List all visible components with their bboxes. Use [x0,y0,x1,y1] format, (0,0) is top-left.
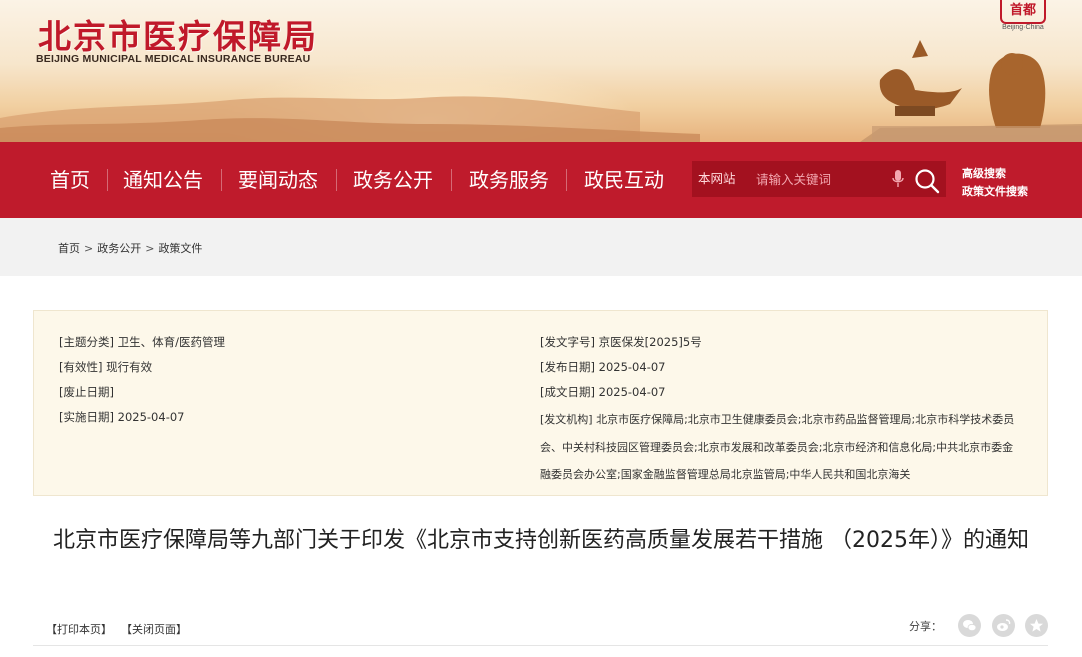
nav-divider [336,169,337,191]
nav-divider [451,169,452,191]
advanced-search-link[interactable]: 高级搜索 [962,165,1006,181]
site-banner: 北京市医疗保障局 BEIJING MUNICIPAL MEDICAL INSUR… [0,0,1082,142]
share-qzone-button[interactable] [1025,614,1048,637]
publish-date-row: [发布日期] 2025-04-07 [540,359,665,375]
capital-seal-caption: Beijing·China [1002,24,1044,31]
issuing-org-row: [发文机构] 北京市医疗保障局;北京市卫生健康委员会;北京市药品监督管理局;北京… [540,406,1020,489]
doc-number-label: [发文字号] [540,335,595,349]
wechat-icon [963,620,977,632]
repeal-date-label: [废止日期] [59,385,114,399]
effective-date-label: [实施日期] [59,410,114,424]
qzone-icon [1030,619,1043,632]
subject-label: [主题分类] [59,335,114,349]
publish-date-label: [发布日期] [540,360,595,374]
subject-value: 卫生、体育/医药管理 [117,335,226,349]
validity-row: [有效性] 现行有效 [59,359,152,375]
breadcrumb-separator: > [145,242,155,255]
effective-date-row: [实施日期] 2025-04-07 [59,409,184,425]
bronze-statue-right [989,53,1046,128]
capital-seal-logo: 首都 [1000,0,1046,24]
main-nav: 首页 通知公告 要闻动态 政务公开 政务服务 政民互动 本网站 高级搜索 政策文… [0,142,1082,218]
microphone-icon[interactable] [892,170,904,188]
validity-value: 现行有效 [106,360,153,374]
breadcrumb: 首页 > 政务公开 > 政策文件 [58,240,202,256]
site-search: 本网站 [692,161,946,197]
nav-notices[interactable]: 通知公告 [123,142,203,218]
issuing-org-value: 北京市医疗保障局;北京市卫生健康委员会;北京市药品监督管理局;北京市科学技术委员… [540,413,1015,481]
search-input[interactable] [756,167,884,191]
policy-search-link[interactable]: 政策文件搜索 [962,183,1028,199]
publish-date-value: 2025-04-07 [598,360,666,374]
breadcrumb-government-affairs[interactable]: 政务公开 [97,242,141,255]
nav-divider [221,169,222,191]
breadcrumb-home[interactable]: 首页 [58,242,80,255]
nav-divider [566,169,567,191]
search-scope-select[interactable]: 本网站 [698,161,736,197]
breadcrumb-bar: 首页 > 政务公开 > 政策文件 [0,218,1082,276]
effective-date-value: 2025-04-07 [117,410,185,424]
share-label: 分享： [909,620,942,633]
site-logo-subtitle: BEIJING MUNICIPAL MEDICAL INSURANCE BURE… [36,53,311,65]
nav-home[interactable]: 首页 [50,142,90,218]
nav-news[interactable]: 要闻动态 [238,142,318,218]
breadcrumb-policy-documents[interactable]: 政策文件 [158,242,202,255]
site-logo-title[interactable]: 北京市医疗保障局 [38,10,318,58]
print-page-button[interactable]: 【打印本页】 [46,621,112,637]
close-page-button[interactable]: 【关闭页面】 [121,621,187,637]
nav-divider [107,169,108,191]
written-date-row: [成文日期] 2025-04-07 [540,384,665,400]
weibo-icon [997,619,1011,631]
subject-row: [主题分类] 卫生、体育/医药管理 [59,334,225,350]
toolbar-divider [33,645,1048,646]
nav-government-affairs[interactable]: 政务公开 [353,142,433,218]
written-date-label: [成文日期] [540,385,595,399]
share-weibo-button[interactable] [992,614,1015,637]
doc-number-value: 京医保发[2025]5号 [598,335,702,349]
document-title: 北京市医疗保障局等九部门关于印发《北京市支持创新医药高质量发展若干措施 （202… [53,528,1029,553]
doc-number-row: [发文字号] 京医保发[2025]5号 [540,334,702,350]
validity-label: [有效性] [59,360,103,374]
nav-interaction[interactable]: 政民互动 [584,142,664,218]
share-wechat-button[interactable] [958,614,981,637]
breadcrumb-separator: > [84,242,94,255]
written-date-value: 2025-04-07 [598,385,666,399]
search-icon[interactable] [914,168,940,194]
bronze-statue-left [879,40,962,116]
document-metadata: [主题分类] 卫生、体育/医药管理 [有效性] 现行有效 [废止日期] [实施日… [33,310,1048,496]
issuing-org-label: [发文机构] [540,413,593,426]
nav-government-services[interactable]: 政务服务 [469,142,549,218]
repeal-date-row: [废止日期] [59,384,114,400]
